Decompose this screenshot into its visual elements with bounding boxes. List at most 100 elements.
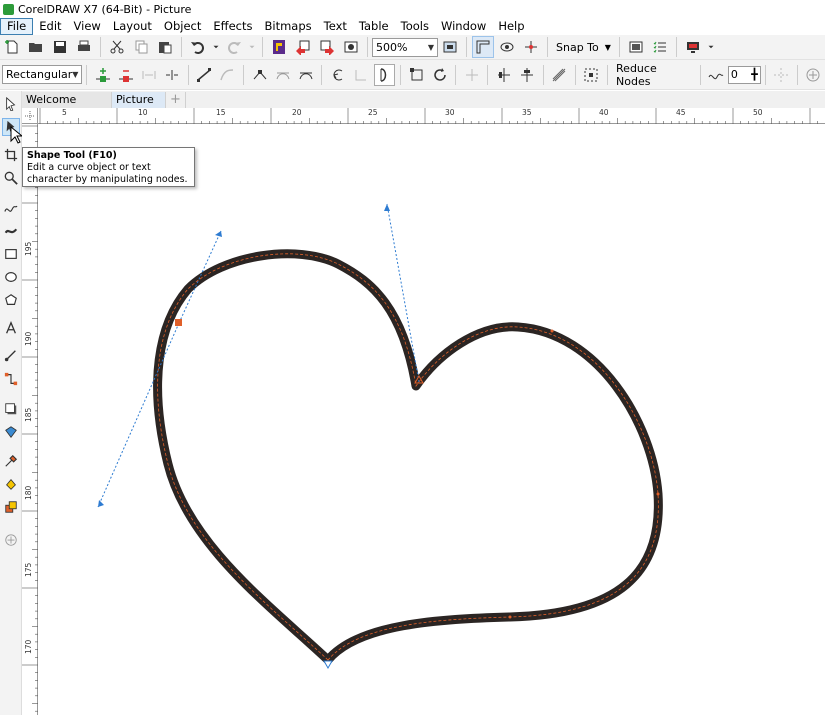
tab-picture[interactable]: Picture [112, 92, 166, 108]
undo-dropdown[interactable] [211, 36, 221, 58]
redo-button[interactable] [223, 36, 245, 58]
reverse-direction-button[interactable] [327, 64, 348, 86]
mirror-vertical-button[interactable] [517, 64, 538, 86]
pick-tool[interactable] [2, 95, 20, 113]
connector-tool[interactable] [2, 370, 20, 388]
menu-tools[interactable]: Tools [395, 18, 435, 35]
close-curve-button[interactable] [373, 63, 396, 86]
paste-button[interactable] [154, 36, 176, 58]
menu-layout[interactable]: Layout [107, 18, 158, 35]
zoom-tool[interactable] [2, 169, 20, 187]
transparency-tool[interactable] [2, 423, 20, 441]
welcome-screen-button[interactable] [625, 36, 647, 58]
mirror-horizontal-button[interactable] [493, 64, 514, 86]
menu-help[interactable]: Help [492, 18, 530, 35]
curve-node[interactable] [656, 492, 660, 496]
control-handle-arrow[interactable] [98, 500, 104, 507]
curve-smoothness-input[interactable]: 0 ╋ [727, 65, 761, 84]
elastic-mode-button[interactable] [549, 64, 570, 86]
reduce-nodes-button[interactable]: Reduce Nodes [612, 62, 696, 88]
menu-table[interactable]: Table [353, 18, 395, 35]
delete-nodes-button[interactable] [115, 64, 136, 86]
smooth-node-button[interactable] [272, 64, 293, 86]
menu-effects[interactable]: Effects [207, 18, 258, 35]
control-handle-arrow[interactable] [384, 204, 390, 211]
symmetrical-node-button[interactable] [295, 64, 316, 86]
selection-mode-combo[interactable]: Rectangular ▼ [2, 65, 82, 84]
drop-shadow-tool[interactable] [2, 400, 20, 418]
align-nodes-button[interactable] [461, 64, 482, 86]
rectangle-tool[interactable] [2, 245, 20, 263]
extract-subpath-button[interactable] [406, 64, 427, 86]
show-rulers-button[interactable] [472, 36, 494, 58]
color-eyedropper-tool[interactable] [2, 452, 20, 470]
ellipse-tool[interactable] [2, 268, 20, 286]
search-content-button[interactable] [268, 36, 290, 58]
menu-file[interactable]: File [0, 18, 34, 35]
curve-node[interactable] [550, 329, 554, 333]
copy-button[interactable] [130, 36, 152, 58]
artistic-media-tool[interactable] [2, 222, 20, 240]
snap-to-dropdown[interactable]: Snap To ▼ [552, 36, 615, 58]
freehand-tool[interactable] [2, 199, 20, 217]
horizontal-ruler[interactable]: 5 10 15 20 25 30 35 40 45 50 [38, 108, 825, 124]
show-grid-button[interactable] [520, 36, 542, 58]
menu-view[interactable]: View [68, 18, 107, 35]
tab-welcome-screen[interactable]: Welcome Screen [22, 92, 112, 122]
heart-curve[interactable] [153, 249, 663, 665]
convert-to-curve-button[interactable] [217, 64, 238, 86]
undo-button[interactable] [187, 36, 209, 58]
polygon-tool[interactable] [2, 291, 20, 309]
curve-node[interactable] [508, 615, 512, 619]
add-property-bar-button[interactable] [803, 64, 824, 86]
join-nodes-button[interactable] [138, 64, 159, 86]
parallel-dimension-tool[interactable] [2, 347, 20, 365]
application-launcher-dropdown[interactable] [706, 36, 716, 58]
menu-edit[interactable]: Edit [33, 18, 67, 35]
select-all-nodes-reflect-button[interactable] [771, 64, 792, 86]
new-tab-button[interactable]: + [166, 92, 186, 108]
redo-dropdown[interactable] [247, 36, 257, 58]
options-button[interactable] [649, 36, 671, 58]
rotate-nodes-button[interactable] [429, 64, 450, 86]
open-button[interactable] [25, 36, 47, 58]
view-mode-button[interactable] [496, 36, 518, 58]
menu-bitmaps[interactable]: Bitmaps [258, 18, 317, 35]
text-tool[interactable] [2, 319, 20, 337]
bottom-node[interactable] [323, 660, 333, 670]
join-nodes-icon [142, 70, 156, 79]
convert-to-line-button[interactable] [194, 64, 215, 86]
add-tool-button[interactable] [2, 531, 20, 549]
add-nodes-button[interactable] [92, 64, 113, 86]
vertical-ruler[interactable]: 195 190 185 180 175 170 [22, 124, 38, 715]
control-handle-arrow[interactable] [215, 231, 222, 237]
import-button[interactable] [292, 36, 314, 58]
save-button[interactable] [49, 36, 71, 58]
horizontal-ruler-ticks [39, 108, 819, 124]
full-screen-preview-button[interactable] [439, 36, 461, 58]
select-all-nodes-button[interactable] [581, 64, 602, 86]
menu-object[interactable]: Object [158, 18, 207, 35]
ruler-origin-corner[interactable] [22, 108, 38, 124]
publish-pdf-button[interactable] [340, 36, 362, 58]
smart-fill-tool[interactable] [2, 498, 20, 516]
drawing-canvas[interactable] [38, 124, 825, 715]
close-curve-icon [380, 67, 387, 82]
cusp-node-button[interactable] [249, 64, 270, 86]
break-curve-button[interactable] [161, 64, 182, 86]
crop-tool[interactable] [2, 146, 20, 164]
zoom-level-combo[interactable]: 500% ▼ [372, 37, 438, 57]
slider-handle-icon[interactable]: ╋ [751, 68, 758, 81]
control-handle-line [386, 203, 420, 383]
cut-button[interactable] [106, 36, 128, 58]
crop-icon [4, 148, 18, 162]
export-button[interactable] [316, 36, 338, 58]
new-document-button[interactable] [1, 36, 23, 58]
extend-curve-button[interactable] [351, 64, 372, 86]
print-button[interactable] [73, 36, 95, 58]
selected-node[interactable] [175, 319, 182, 326]
menu-text[interactable]: Text [318, 18, 353, 35]
application-launcher-button[interactable] [682, 36, 704, 58]
interactive-fill-tool[interactable] [2, 475, 20, 493]
menu-window[interactable]: Window [435, 18, 492, 35]
